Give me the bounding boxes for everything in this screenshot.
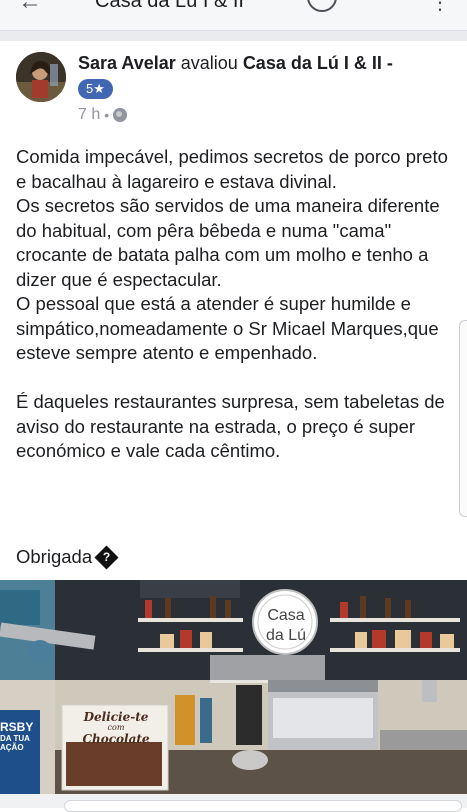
back-arrow-icon[interactable]: ← [18,0,42,16]
closing-text: Obrigada [16,546,93,567]
avatar-photo-icon [16,52,66,102]
post-paragraph: O pessoal que está a atender é super hum… [16,293,439,363]
rating-badge: 5★ [78,79,113,99]
author-name[interactable]: Sara Avelar [78,53,176,73]
post-meta: 7 h • [78,106,128,124]
top-app-bar: ← Casa da Lú I & II ⋮ [0,0,467,31]
feed-divider [0,31,467,41]
banner-line-3: AÇÃO [0,743,24,752]
more-options-icon[interactable]: ⋮ [430,0,450,15]
scroll-indicator[interactable] [459,320,467,517]
action-verb: avaliou [180,53,238,73]
post-paragraph: Os secretos são servidos de uma maneira … [16,195,440,290]
post-time[interactable]: 7 h [78,106,100,124]
sign-line-2: com [107,723,125,732]
casa-da-lu-logo: Casa da Lú [258,606,314,646]
comment-input[interactable] [64,800,462,812]
search-icon[interactable] [307,0,337,12]
post-paragraph: É daqueles restaurantes surpresa, sem ta… [16,391,445,461]
page-title: Casa da Lú I & II [95,0,244,12]
avatar[interactable] [16,52,66,102]
logo-line-1: Casa [267,607,305,624]
chocolate-sign: Delicie-te com Chocolate [70,710,162,746]
post-photo[interactable]: Casa da Lú Delicie-te com Chocolate RSBY… [0,580,467,794]
logo-line-2: da Lú [265,627,307,644]
sign-line-1: Delicie-te [83,710,149,724]
banner-sign: RSBY DA TUA AÇÃO [0,720,40,752]
reviewed-page-name[interactable]: Casa da Lú I & II - [243,53,393,73]
restaurant-counter-photo [0,580,467,794]
unknown-character-icon: ? [94,544,119,570]
globe-icon [113,108,128,122]
sign-line-3: Chocolate [82,732,150,746]
comment-bar [0,794,467,812]
post-header: Sara Avelar avaliou Casa da Lú I & II - [78,53,393,74]
banner-line-2: DA TUA [0,734,30,743]
post-closing: Obrigada ? [16,544,119,570]
post-paragraph: Comida impecável, pedimos secretos de po… [16,146,448,192]
banner-line-1: RSBY [0,720,34,734]
meta-separator: • [104,107,110,123]
unknown-character-glyph: ? [102,549,111,564]
post-body: Comida impecável, pedimos secretos de po… [16,145,456,464]
